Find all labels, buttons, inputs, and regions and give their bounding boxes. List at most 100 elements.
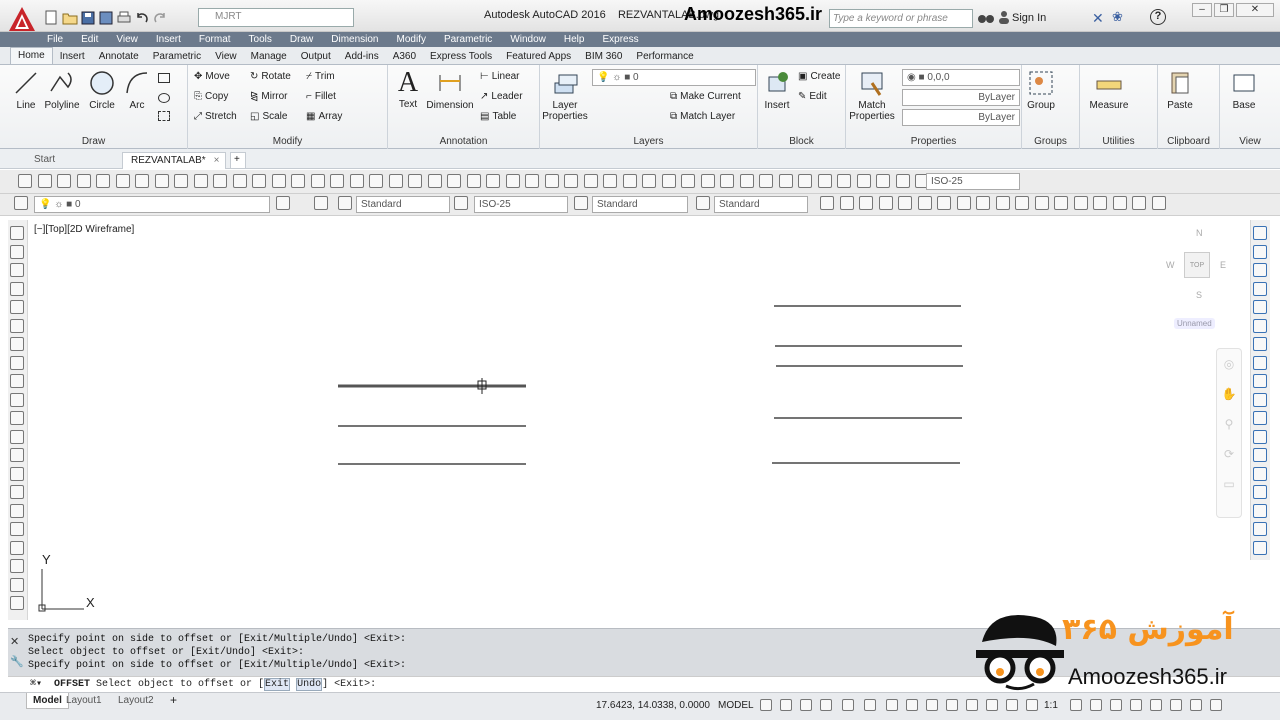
tab-model[interactable]: Model [26,693,69,709]
layer-toolbar-dropdown[interactable]: 💡 ☼ ■ 0 [34,196,270,213]
dimension-button[interactable]: Dimension [426,69,474,111]
draw-tool-icon[interactable] [10,448,24,462]
toolbar-tool-icon[interactable] [720,174,734,188]
modify-tool-icon[interactable] [1253,522,1267,536]
toolbar-tool-icon[interactable] [96,174,110,188]
toolbar-tool-icon[interactable] [194,174,208,188]
insert-block-button[interactable]: Insert [760,69,794,111]
toolbar-tool-icon[interactable] [1074,196,1088,210]
status-toggle-icon[interactable] [1026,699,1038,711]
polyline-button[interactable]: Polyline [42,69,82,111]
viewcube-south[interactable]: S [1196,290,1202,300]
tab-featured-apps[interactable]: Featured Apps [499,49,578,64]
modify-tool-icon[interactable] [1253,485,1267,499]
menu-insert[interactable]: Insert [147,34,190,45]
toolbar-tool-icon[interactable] [740,174,754,188]
toolbar-tool-icon[interactable] [486,174,500,188]
dim-style-dropdown[interactable]: ISO-25 [474,196,568,213]
customize-wrench-icon[interactable]: 🔧 [10,655,24,668]
measure-button[interactable]: Measure [1084,69,1134,111]
status-toggle-icon[interactable] [1130,699,1142,711]
toolbar-tool-icon[interactable] [311,174,325,188]
mirror-button[interactable]: ⧎ Mirror [250,91,288,102]
status-toggle-icon[interactable] [1006,699,1018,711]
toolbar-tool-icon[interactable] [155,174,169,188]
toolbar-tool-icon[interactable] [1152,196,1166,210]
layer-dropdown[interactable]: 💡 ☼ ■ 0 [592,69,756,86]
modify-tool-icon[interactable] [1253,337,1267,351]
toolbar-tool-icon[interactable] [779,174,793,188]
tab-view[interactable]: View [208,49,244,64]
toolbar-tool-icon[interactable] [369,174,383,188]
toolbar-tool-icon[interactable] [798,174,812,188]
hatch-icon[interactable] [158,93,170,103]
modify-tool-icon[interactable] [1253,245,1267,259]
status-toggle-icon[interactable] [1170,699,1182,711]
status-toggle-icon[interactable] [886,699,898,711]
toolbar-tool-icon[interactable] [820,196,834,210]
groups-panel-title[interactable]: Groups [1022,136,1079,147]
status-toggle-icon[interactable] [800,699,812,711]
viewcube[interactable]: N W E TOP S Unnamed [1166,224,1240,334]
modify-tool-icon[interactable] [1253,282,1267,296]
help-icon[interactable]: ? [1150,9,1166,25]
draw-tool-icon[interactable] [10,374,24,388]
toolbar-tool-icon[interactable] [759,174,773,188]
search-input[interactable]: Type a keyword or phrase [829,9,973,28]
modify-panel-title[interactable]: Modify [188,136,387,147]
workspace-dropdown[interactable]: MJRT [198,8,354,27]
menu-edit[interactable]: Edit [72,34,107,45]
toolbar-tool-icon[interactable] [896,174,910,188]
viewport-controls-label[interactable]: [−][Top][2D Wireframe] [34,224,134,235]
toolbar-tool-icon[interactable] [454,196,468,210]
tab-express-tools[interactable]: Express Tools [423,49,499,64]
draw-tool-icon[interactable] [10,596,24,610]
linetype-dropdown[interactable]: ByLayer [902,89,1020,106]
toolbar-tool-icon[interactable] [603,174,617,188]
status-toggle-icon[interactable] [1090,699,1102,711]
toolbar-tool-icon[interactable] [818,174,832,188]
redo-icon[interactable] [152,10,168,26]
tab-manage[interactable]: Manage [244,49,294,64]
toolbar-tool-icon[interactable] [642,174,656,188]
toolbar-tool-icon[interactable] [623,174,637,188]
toolbar-tool-icon[interactable] [976,196,990,210]
rectangle-icon[interactable] [158,73,170,83]
toolbar-tool-icon[interactable] [174,174,188,188]
tab-insert[interactable]: Insert [53,49,92,64]
toolbar-tool-icon[interactable] [291,174,305,188]
status-toggle-icon[interactable] [1150,699,1162,711]
line-button[interactable]: Line [8,69,44,111]
status-toggle-icon[interactable] [1210,699,1222,711]
status-toggle-icon[interactable] [760,699,772,711]
application-menu-button[interactable] [4,4,40,34]
toolbar-tool-icon[interactable] [1093,196,1107,210]
toolbar-tool-icon[interactable] [213,174,227,188]
toolbar-tool-icon[interactable] [233,174,247,188]
modify-tool-icon[interactable] [1253,430,1267,444]
menu-help[interactable]: Help [555,34,594,45]
toolbar-tool-icon[interactable] [545,174,559,188]
copy-button[interactable]: ⎘ Copy [194,91,228,102]
block-panel-title[interactable]: Block [758,136,845,147]
toolbar-tool-icon[interactable] [330,174,344,188]
layer-properties-button[interactable]: Layer Properties [542,69,588,122]
tab-add-ins[interactable]: Add-ins [338,49,386,64]
viewcube-east[interactable]: E [1220,260,1226,270]
draw-tool-icon[interactable] [10,467,24,481]
toolbar-tool-icon[interactable] [447,174,461,188]
edit-block-button[interactable]: ✎ Edit [798,91,827,102]
toolbar-tool-icon[interactable] [701,174,715,188]
toolbar-tool-icon[interactable] [14,196,28,210]
status-toggle-icon[interactable] [842,699,854,711]
create-block-button[interactable]: ▣ Create [798,71,840,82]
add-layout-plus-icon[interactable]: + [170,693,177,707]
toolbar-tool-icon[interactable] [1132,196,1146,210]
text-style-dropdown[interactable]: Standard [356,196,450,213]
toolbar-tool-icon[interactable] [525,174,539,188]
close-tab-icon[interactable]: × [214,155,220,166]
text-button[interactable]: A Text [392,67,424,110]
tab-annotate[interactable]: Annotate [92,49,146,64]
draw-tool-icon[interactable] [10,541,24,555]
undo-option[interactable]: Undo [296,678,323,691]
